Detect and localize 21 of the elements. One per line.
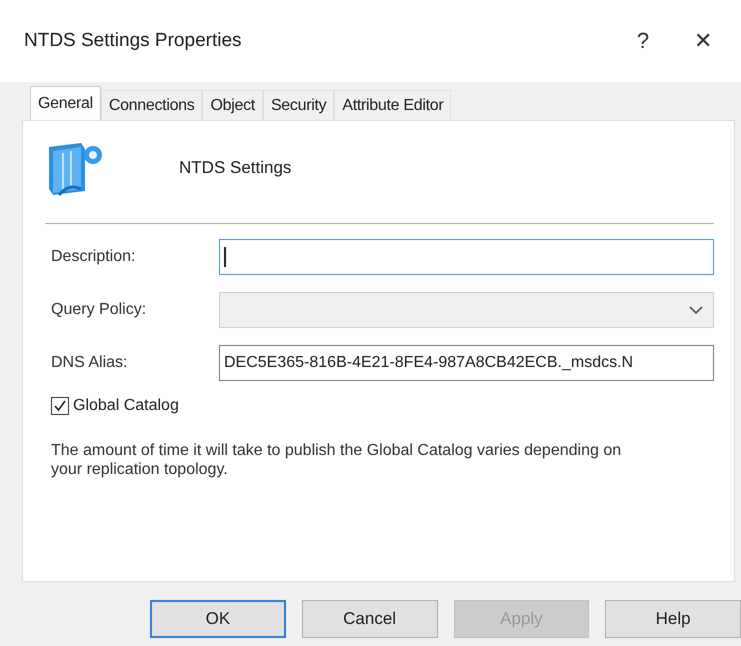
tab[interactable]: Attribute Editor [334, 90, 452, 120]
dialog-button[interactable]: OK [150, 600, 286, 638]
object-name: NTDS Settings [179, 158, 292, 178]
chevron-down-icon [689, 306, 703, 314]
window-title: NTDS Settings Properties [24, 30, 243, 52]
field-label: DNS Alias: [51, 354, 128, 372]
checkbox[interactable] [51, 397, 69, 415]
tab[interactable]: Security [262, 90, 334, 120]
checkbox-label: Global Catalog [73, 397, 179, 415]
tab[interactable]: General [30, 86, 101, 120]
text-field[interactable] [219, 239, 714, 275]
help-button[interactable]: ? [613, 21, 673, 61]
dialog-button[interactable]: Help [605, 600, 741, 638]
field-label: Description: [51, 248, 136, 266]
text-field[interactable]: DEC5E365-816B-4E21-8FE4-987A8CB42ECB._msdcs.N [219, 345, 714, 381]
tab[interactable]: Connections [100, 90, 202, 120]
dialog-button[interactable]: Cancel [302, 600, 438, 638]
field-label: Query Policy: [51, 301, 148, 319]
tab[interactable]: Object [202, 90, 263, 120]
close-button[interactable]: ✕ [673, 21, 733, 61]
info-text: The amount of time it will take to publish the Global Catalog varies depending on your replication topology. [51, 441, 622, 480]
